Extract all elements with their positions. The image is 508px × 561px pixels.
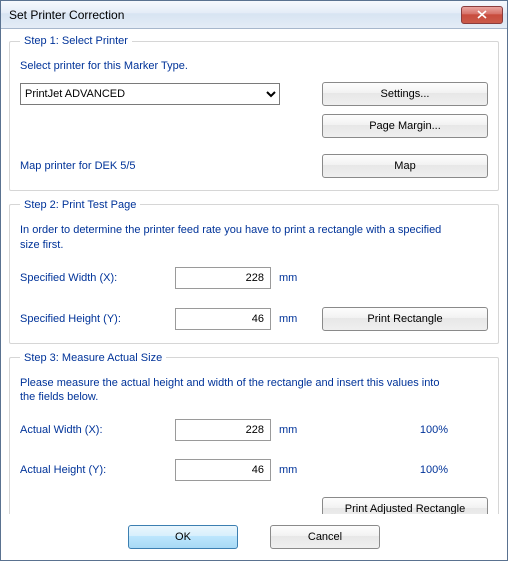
unit-label: mm (279, 424, 309, 436)
specified-width-input[interactable] (175, 267, 271, 289)
specified-height-label: Specified Height (Y): (20, 313, 175, 325)
print-adjusted-rectangle-button[interactable]: Print Adjusted Rectangle (322, 497, 488, 514)
print-rectangle-button[interactable]: Print Rectangle (322, 307, 488, 331)
step3-instruction: Please measure the actual height and wid… (20, 376, 450, 406)
dialog-footer: OK Cancel (1, 514, 507, 560)
actual-width-percent: 100% (420, 424, 448, 436)
step2-instruction: In order to determine the printer feed r… (20, 223, 450, 253)
actual-height-percent: 100% (420, 464, 448, 476)
actual-height-label: Actual Height (Y): (20, 464, 175, 476)
close-icon (477, 10, 487, 19)
step1-instruction: Select printer for this Marker Type. (20, 59, 488, 74)
step1-group: Step 1: Select Printer Select printer fo… (9, 35, 499, 191)
step1-legend: Step 1: Select Printer (20, 35, 132, 47)
window-title: Set Printer Correction (9, 8, 461, 22)
map-printer-label: Map printer for DEK 5/5 (20, 160, 322, 172)
unit-label: mm (279, 313, 309, 325)
actual-height-input[interactable] (175, 459, 271, 481)
specified-height-input[interactable] (175, 308, 271, 330)
settings-button[interactable]: Settings... (322, 82, 488, 106)
printer-select[interactable]: PrintJet ADVANCED (20, 83, 280, 105)
step2-group: Step 2: Print Test Page In order to dete… (9, 199, 499, 344)
actual-width-label: Actual Width (X): (20, 424, 175, 436)
unit-label: mm (279, 272, 309, 284)
step3-group: Step 3: Measure Actual Size Please measu… (9, 352, 499, 514)
unit-label: mm (279, 464, 309, 476)
cancel-button[interactable]: Cancel (270, 525, 380, 549)
dialog-window: Set Printer Correction Step 1: Select Pr… (0, 0, 508, 561)
actual-width-input[interactable] (175, 419, 271, 441)
close-button[interactable] (461, 6, 503, 24)
map-button[interactable]: Map (322, 154, 488, 178)
ok-button[interactable]: OK (128, 525, 238, 549)
dialog-content: Step 1: Select Printer Select printer fo… (1, 29, 507, 514)
step2-legend: Step 2: Print Test Page (20, 199, 140, 211)
page-margin-button[interactable]: Page Margin... (322, 114, 488, 138)
specified-width-label: Specified Width (X): (20, 272, 175, 284)
step3-legend: Step 3: Measure Actual Size (20, 352, 166, 364)
titlebar: Set Printer Correction (1, 1, 507, 29)
